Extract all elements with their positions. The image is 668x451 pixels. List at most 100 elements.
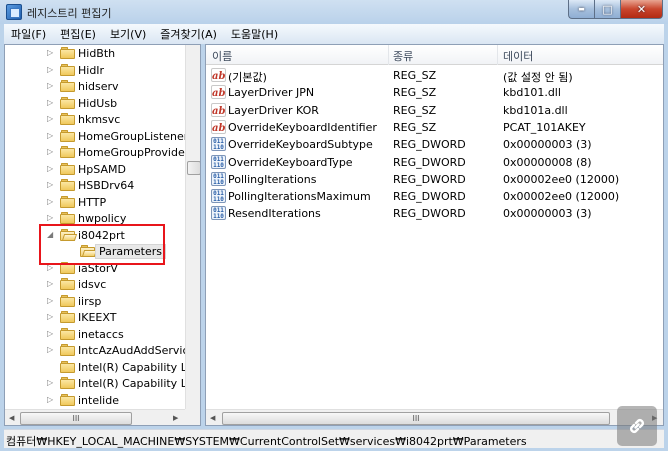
dword-value-icon: 011 110 <box>211 154 226 169</box>
scroll-left-icon[interactable]: ◀ <box>210 414 215 422</box>
value-row[interactable]: 011 110 PollingIterationsMaximum REG_DWORD… <box>206 188 663 205</box>
maximize-button[interactable]: □ <box>594 0 620 19</box>
value-row[interactable]: 011 110 OverrideKeyboardSubtype REG_DWORD 0… <box>206 136 663 153</box>
menu-favorites[interactable]: 즐겨찾기(A) <box>153 26 224 42</box>
list-horizontal-scrollbar[interactable]: ◀ III ▶ <box>206 409 663 425</box>
registry-editor-icon <box>6 4 22 20</box>
dword-value-icon: 011 110 <box>211 206 226 221</box>
minimize-icon: ▬ <box>578 5 585 13</box>
expand-icon[interactable]: ▷ <box>47 115 55 123</box>
expand-icon[interactable]: ▷ <box>47 132 55 140</box>
tree-node[interactable]: ▷ HSBDrv64 <box>5 177 185 194</box>
value-row[interactable]: 011 110 ResendIterations REG_DWORD 0x000000… <box>206 205 663 222</box>
column-header-data[interactable]: 데이터 <box>503 48 533 64</box>
expand-icon[interactable]: ▷ <box>47 214 55 222</box>
tree-node-label: inetaccs <box>78 328 124 341</box>
tree-node[interactable]: ▷ HidUsb <box>5 95 185 112</box>
tree-node[interactable]: ▷ IntcAzAudAddService <box>5 342 195 359</box>
value-name: (기본값) <box>228 71 267 84</box>
folder-icon <box>60 47 76 60</box>
tree-node[interactable]: ▷ HidBth <box>5 45 185 62</box>
string-value-icon: ab <box>211 68 226 82</box>
expand-icon[interactable]: ▷ <box>47 181 55 189</box>
tree-node-label: HSBDrv64 <box>78 179 135 192</box>
status-bar: 컴퓨터₩HKEY_LOCAL_MACHINE₩SYSTEM₩CurrentCon… <box>4 429 664 448</box>
value-name: OverrideKeyboardIdentifier <box>228 120 377 134</box>
tree-horizontal-scrollbar[interactable]: ◀ III ▶ <box>5 409 185 425</box>
tree-node[interactable]: ▷ HidIr <box>5 62 185 79</box>
expand-icon[interactable]: ▷ <box>47 280 55 288</box>
value-row[interactable]: ab LayerDriver KOR REG_SZ kbd101a.dll <box>206 102 663 119</box>
tree-node[interactable]: ▷ hidserv <box>5 78 185 95</box>
tree-node[interactable]: ▷ HomeGroupProvider <box>5 144 189 161</box>
scroll-left-icon[interactable]: ◀ <box>9 414 14 422</box>
expand-icon[interactable]: ▷ <box>47 165 55 173</box>
menu-view[interactable]: 보기(V) <box>103 26 153 42</box>
expand-icon[interactable]: ▷ <box>47 49 55 57</box>
expand-icon[interactable]: ▷ <box>47 297 55 305</box>
folder-icon <box>60 361 76 374</box>
status-path: 컴퓨터₩HKEY_LOCAL_MACHINE₩SYSTEM₩CurrentCon… <box>6 435 527 448</box>
title-bar[interactable]: 레지스트리 편집기 ▬ □ ✕ <box>0 0 668 24</box>
value-name: OverrideKeyboardType <box>228 155 353 169</box>
tree-node-label: HidUsb <box>78 97 118 110</box>
expand-icon[interactable]: ▷ <box>47 99 55 107</box>
expand-icon[interactable]: ▷ <box>47 330 55 338</box>
tree-node[interactable]: ▷ HomeGroupListener <box>5 128 188 145</box>
tree-node-label: IKEEXT <box>78 311 117 324</box>
expand-icon[interactable]: ▷ <box>47 346 55 354</box>
value-data: kbd101.dll <box>503 86 561 100</box>
expand-icon[interactable]: ▷ <box>47 82 55 90</box>
values-list-pane[interactable]: 이름 종류 데이터 ab (기본값) REG_SZ (값 설정 안 됨) ab Layer… <box>205 44 664 426</box>
value-row[interactable]: ab LayerDriver JPN REG_SZ kbd101.dll <box>206 84 663 101</box>
column-separator[interactable] <box>497 45 498 65</box>
registry-editor-window: 레지스트리 편집기 ▬ □ ✕ 파일(F) 편집(E) 보기(V) 즐겨찾기(A… <box>0 0 668 451</box>
tree-node[interactable]: ▷ HpSAMD <box>5 161 185 178</box>
expand-icon[interactable]: ▷ <box>47 379 55 387</box>
tree-node-label: Intel(R) Capability Lic <box>78 377 196 390</box>
folder-icon <box>60 163 76 176</box>
menu-file[interactable]: 파일(F) <box>4 26 53 42</box>
folder-icon <box>60 377 76 390</box>
value-row[interactable]: 011 110 OverrideKeyboardType REG_DWORD 0x00… <box>206 154 663 171</box>
value-row[interactable]: ab (기본값) REG_SZ (값 설정 안 됨) <box>206 67 663 84</box>
value-row[interactable]: 011 110 PollingIterations REG_DWORD 0x00002… <box>206 171 663 188</box>
tree-vertical-scroll-thumb[interactable] <box>187 161 200 175</box>
tree-node[interactable]: ▷ iirsp <box>5 293 185 310</box>
tree-node[interactable]: ▷ inetaccs <box>5 326 185 343</box>
tree-node-label: HpSAMD <box>78 163 126 176</box>
column-separator[interactable] <box>388 45 389 65</box>
minimize-button[interactable]: ▬ <box>568 0 594 19</box>
tree-node[interactable]: Intel(R) Capability Lic <box>5 359 196 376</box>
tree-node[interactable]: ▷ idsvc <box>5 276 185 293</box>
value-name: PollingIterationsMaximum <box>228 190 371 204</box>
value-name: PollingIterations <box>228 172 317 186</box>
menu-edit[interactable]: 편집(E) <box>53 26 103 42</box>
menu-help[interactable]: 도움말(H) <box>224 26 285 42</box>
tree-node[interactable]: ▷ intelide <box>5 392 185 409</box>
column-header-name[interactable]: 이름 <box>212 48 232 64</box>
tree-vertical-scrollbar[interactable] <box>185 45 200 409</box>
link-icon <box>630 419 644 433</box>
menu-bar: 파일(F) 편집(E) 보기(V) 즐겨찾기(A) 도움말(H) <box>4 24 664 44</box>
close-button[interactable]: ✕ <box>620 0 663 19</box>
scroll-right-icon[interactable]: ▶ <box>173 414 178 422</box>
tree-node[interactable]: ▷ IKEEXT <box>5 309 185 326</box>
registry-tree-pane[interactable]: ▷ HidBth ▷ HidIr ▷ hidserv ▷ HidUsb ▷ hkmsvc ▷ Home… <box>4 44 201 426</box>
maximize-icon: □ <box>602 2 613 16</box>
expand-icon[interactable]: ▷ <box>47 396 55 404</box>
expand-icon[interactable]: ▷ <box>47 148 55 156</box>
column-header-type[interactable]: 종류 <box>393 48 413 64</box>
list-horizontal-scroll-thumb[interactable]: III <box>222 412 610 425</box>
tree-node[interactable]: ▷ HTTP <box>5 194 185 211</box>
tree-node[interactable]: ▷ hkmsvc <box>5 111 185 128</box>
link-button[interactable] <box>617 406 657 446</box>
expand-icon[interactable]: ▷ <box>47 264 55 272</box>
expand-icon[interactable]: ▷ <box>47 198 55 206</box>
value-row[interactable]: ab OverrideKeyboardIdentifier REG_SZ PCAT_1… <box>206 119 663 136</box>
folder-icon <box>60 295 76 308</box>
tree-node[interactable]: ▷ Intel(R) Capability Lic <box>5 375 196 392</box>
expand-icon[interactable]: ▷ <box>47 66 55 74</box>
tree-horizontal-scroll-thumb[interactable]: III <box>20 412 132 425</box>
expand-icon[interactable]: ▷ <box>47 313 55 321</box>
